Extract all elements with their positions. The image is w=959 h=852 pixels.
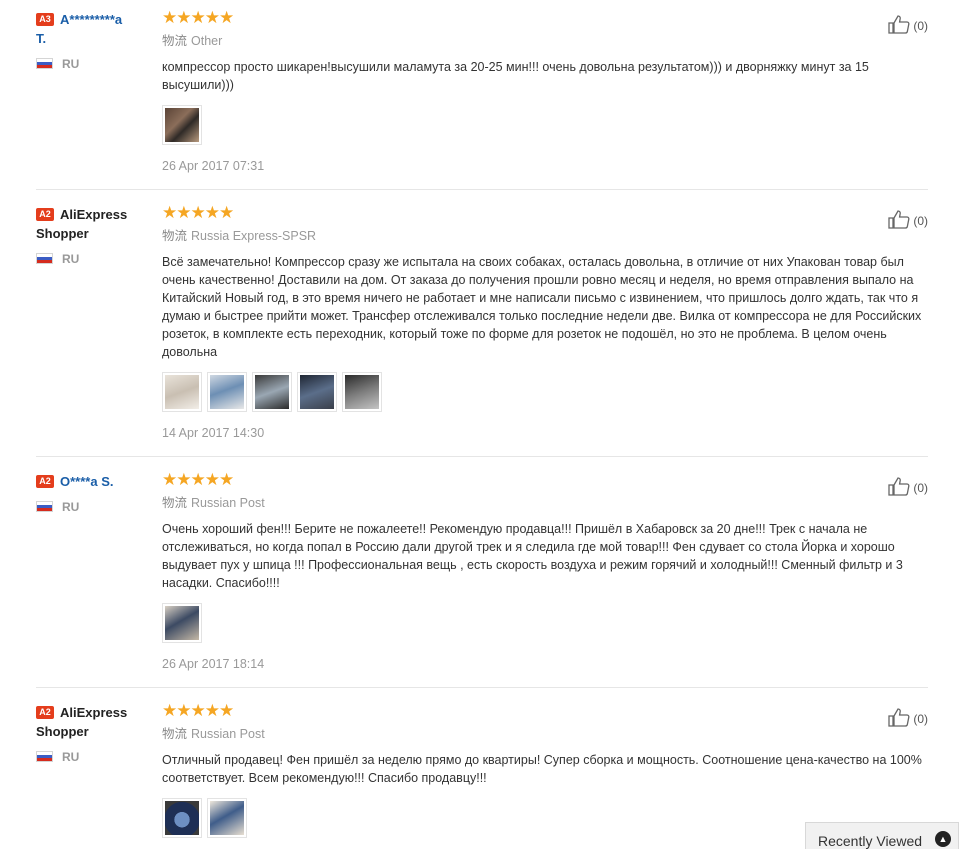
review-text: Отличный продавец! Фен пришёл за неделю … <box>162 753 922 785</box>
reviewer-info: A2 O****a S. RU <box>36 472 156 514</box>
review-date: 26 Apr 2017 07:31 <box>162 159 265 173</box>
review-photo-thumbnail[interactable] <box>207 372 247 412</box>
review-images <box>162 105 926 147</box>
star-icon: ★★★★★ <box>162 8 234 27</box>
reviewer-name: AliExpress <box>60 705 128 720</box>
helpful-count: (0) <box>913 481 928 495</box>
helpful-button[interactable]: (0) <box>888 476 928 499</box>
star-rating: ★★★★★ <box>162 8 926 28</box>
review-photo-thumbnail[interactable] <box>207 798 247 838</box>
star-icon: ★★★★★ <box>162 203 234 222</box>
review-photo-thumbnail[interactable] <box>297 372 337 412</box>
helpful-button[interactable]: (0) <box>888 209 928 232</box>
buyer-level-badge: A2 <box>36 475 54 488</box>
review-photo-thumbnail[interactable] <box>162 105 202 145</box>
logistics-value: Russian Post <box>191 496 265 510</box>
star-icon: ★★★★★ <box>162 701 234 720</box>
logistics-info: 物流 Russian Post <box>162 495 926 511</box>
logistics-value: Russian Post <box>191 727 265 741</box>
thumbs-up-icon[interactable] <box>888 476 910 499</box>
buyer-level-badge: A2 <box>36 208 54 221</box>
review-date: 14 Apr 2017 14:30 <box>162 426 265 440</box>
buyer-level-badge: A3 <box>36 13 54 26</box>
review-images <box>162 372 926 414</box>
review-photo-thumbnail[interactable] <box>252 372 292 412</box>
helpful-count: (0) <box>913 712 928 726</box>
russia-flag-icon <box>36 751 53 762</box>
logistics-info: 物流 Russia Express-SPSR <box>162 228 926 244</box>
review-item: A2 O****a S. RU ★★★★★ 物流 Russian Post Очен… <box>36 470 928 688</box>
review-content: ★★★★★ 物流 Russia Express-SPSR Всё замечате… <box>162 203 926 440</box>
logistics-value: Other <box>191 34 223 48</box>
review-content: ★★★★★ 物流 Russian Post Очень хороший фен!!… <box>162 470 926 671</box>
reviewer-country: RU <box>62 57 80 71</box>
review-item: A2 AliExpress Shopper RU ★★★★★ 物流 Russia E… <box>36 203 928 457</box>
russia-flag-icon <box>36 253 53 264</box>
review-content: ★★★★★ 物流 Other компрессор просто шикарен!… <box>162 8 926 173</box>
logistics-label: 物流 <box>162 229 188 243</box>
review-text: Всё замечательно! Компрессор сразу же ис… <box>162 255 922 359</box>
review-photo-thumbnail[interactable] <box>342 372 382 412</box>
logistics-label: 物流 <box>162 496 188 510</box>
chevron-up-icon[interactable]: ▲ <box>935 831 951 847</box>
review-text: Очень хороший фен!!! Берите не пожалеете… <box>162 522 903 590</box>
russia-flag-icon <box>36 58 53 69</box>
helpful-count: (0) <box>913 214 928 228</box>
reviewer-country: RU <box>62 500 80 514</box>
reviewer-name-cont: Shopper <box>36 226 89 241</box>
review-text: компрессор просто шикарен!высушили малам… <box>162 60 869 92</box>
review-photo-thumbnail[interactable] <box>162 603 202 643</box>
helpful-count: (0) <box>913 19 928 33</box>
review-item: A2 AliExpress Shopper RU ★★★★★ 物流 Russian … <box>36 701 928 849</box>
reviewer-name-cont: Shopper <box>36 724 89 739</box>
review-photo-thumbnail[interactable] <box>162 372 202 412</box>
review-photo-thumbnail[interactable] <box>162 798 202 838</box>
logistics-info: 物流 Russian Post <box>162 726 926 742</box>
star-icon: ★★★★★ <box>162 470 234 489</box>
review-date: 26 Apr 2017 18:14 <box>162 657 265 671</box>
logistics-value: Russia Express-SPSR <box>191 229 317 243</box>
reviewer-info: A3 A*********a T. RU <box>36 10 156 71</box>
review-item: A3 A*********a T. RU ★★★★★ 物流 Other компре… <box>36 8 928 190</box>
star-rating: ★★★★★ <box>162 470 926 490</box>
russia-flag-icon <box>36 501 53 512</box>
buyer-level-badge: A2 <box>36 706 54 719</box>
reviewer-info: A2 AliExpress Shopper RU <box>36 703 156 764</box>
recently-viewed-label: Recently Viewed <box>818 833 923 849</box>
logistics-label: 物流 <box>162 34 188 48</box>
reviewer-country: RU <box>62 252 80 266</box>
helpful-button[interactable]: (0) <box>888 14 928 37</box>
star-rating: ★★★★★ <box>162 203 926 223</box>
logistics-label: 物流 <box>162 727 188 741</box>
star-rating: ★★★★★ <box>162 701 926 721</box>
thumbs-up-icon[interactable] <box>888 209 910 232</box>
logistics-info: 物流 Other <box>162 33 926 49</box>
recently-viewed-tab[interactable]: Recently Viewed ▲ <box>805 822 959 849</box>
reviewer-name[interactable]: O****a S. <box>60 474 113 489</box>
helpful-button[interactable]: (0) <box>888 707 928 730</box>
thumbs-up-icon[interactable] <box>888 14 910 37</box>
reviewer-name-cont[interactable]: T. <box>36 29 156 48</box>
reviewer-name[interactable]: A*********a <box>60 12 122 27</box>
reviewer-name: AliExpress <box>60 207 128 222</box>
reviewer-info: A2 AliExpress Shopper RU <box>36 205 156 266</box>
reviewer-country: RU <box>62 750 80 764</box>
thumbs-up-icon[interactable] <box>888 707 910 730</box>
review-images <box>162 603 926 645</box>
